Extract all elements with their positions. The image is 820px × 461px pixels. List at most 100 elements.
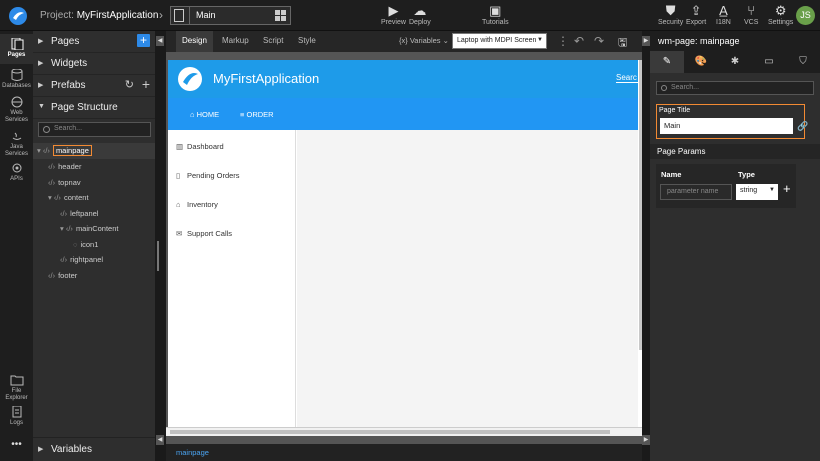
tutorials-label: Tutorials bbox=[482, 19, 509, 26]
status-bar: mainpage bbox=[166, 444, 642, 461]
wavemaker-logo-icon[interactable] bbox=[8, 6, 28, 26]
properties-search-input[interactable]: Search... bbox=[656, 81, 814, 95]
tree-label: mainContent bbox=[75, 224, 119, 233]
settings-button[interactable]: ⚙ Settings bbox=[768, 3, 793, 26]
security-button[interactable]: ⛊ Security bbox=[658, 3, 683, 26]
page-selector[interactable]: Main bbox=[170, 6, 291, 25]
tree-node-rightpanel[interactable]: ‹/› rightpanel bbox=[60, 255, 103, 264]
tree-node-mainpage[interactable]: ▾ ‹/› mainpage bbox=[37, 145, 92, 156]
nav-home-link[interactable]: ⌂ HOME bbox=[190, 110, 219, 119]
structure-search-input[interactable]: Search... bbox=[38, 122, 151, 137]
resize-handle[interactable] bbox=[157, 241, 159, 271]
parameter-name-input[interactable]: parameter name bbox=[660, 184, 732, 200]
app-header[interactable]: MyFirstApplication Searc bbox=[168, 60, 646, 98]
add-page-button[interactable]: + bbox=[137, 34, 150, 47]
tab-markup[interactable]: Markup bbox=[222, 36, 249, 45]
scrollbar-thumb[interactable] bbox=[170, 430, 610, 434]
menu-item-support-calls[interactable]: ✉ Support Calls bbox=[176, 229, 232, 238]
deploy-label: Deploy bbox=[409, 19, 431, 26]
add-prefab-icon[interactable]: + bbox=[142, 76, 150, 92]
chevron-right-icon: ▶ bbox=[38, 60, 44, 67]
more-icon[interactable]: ••• bbox=[0, 440, 33, 450]
tree-node-content[interactable]: ▾ ‹/› content bbox=[48, 193, 89, 202]
tree-node-topnav[interactable]: ‹/› topnav bbox=[48, 178, 81, 187]
avatar[interactable]: JS bbox=[796, 6, 815, 25]
app-main-content[interactable] bbox=[297, 130, 638, 435]
page-params-label: Page Params bbox=[657, 147, 706, 156]
col-name-header: Name bbox=[661, 170, 682, 179]
section-page-structure[interactable]: ▼ Page Structure bbox=[33, 97, 155, 119]
cloud-upload-icon: ☁ bbox=[413, 3, 427, 18]
database-icon bbox=[11, 69, 22, 81]
tree-node-icon1[interactable]: ◌ icon1 bbox=[73, 240, 98, 249]
collapse-left-icon[interactable]: ◀ bbox=[156, 36, 164, 46]
preview-button[interactable]: ▶ Preview bbox=[381, 3, 406, 26]
nav-logs-label: Logs bbox=[9, 420, 23, 426]
horizontal-scrollbar[interactable] bbox=[166, 427, 642, 436]
save-icon[interactable]: 🖫 bbox=[618, 34, 627, 53]
undo-icon[interactable]: ↶ bbox=[574, 34, 584, 48]
collapse-right-bottom-icon[interactable]: ▶ bbox=[642, 435, 650, 445]
right-collapse-gutter: ▶ ▶ bbox=[642, 31, 650, 461]
nav-web-services[interactable]: Web Services bbox=[0, 96, 33, 124]
tree-node-maincontent[interactable]: ▾ ‹/› mainContent bbox=[60, 224, 118, 233]
menu-item-dashboard[interactable]: ▥ Dashboard bbox=[176, 142, 224, 151]
search-icon bbox=[43, 126, 50, 133]
section-pages[interactable]: ▶ Pages + bbox=[33, 31, 155, 53]
collapse-left-bottom-icon[interactable]: ◀ bbox=[156, 435, 164, 445]
search-placeholder: Search... bbox=[54, 125, 83, 132]
nav-java-services[interactable]: Java Services bbox=[0, 130, 33, 158]
translate-icon: A̲ bbox=[719, 3, 728, 18]
tree-node-header[interactable]: ‹/› header bbox=[48, 162, 81, 171]
more-vertical-icon[interactable]: ⋮ bbox=[557, 34, 569, 48]
nav-databases[interactable]: Databases bbox=[0, 69, 33, 90]
tag-icon: ⌂ bbox=[176, 200, 181, 209]
section-widgets[interactable]: ▶ Widgets bbox=[33, 53, 155, 75]
nav-file-explorer[interactable]: File Explorer bbox=[0, 374, 33, 402]
add-param-icon[interactable]: + bbox=[783, 181, 791, 196]
collapse-right-icon[interactable]: ▶ bbox=[642, 36, 650, 46]
palette-icon[interactable]: 🎨 bbox=[684, 51, 718, 73]
i18n-button[interactable]: A̲ I18N bbox=[716, 3, 731, 26]
menu-item-pending-orders[interactable]: ▯ Pending Orders bbox=[176, 171, 240, 180]
nav-order-label: ORDER bbox=[246, 110, 274, 119]
variables-dropdown[interactable]: {x} Variables ⌄ bbox=[399, 36, 449, 45]
tree-node-leftpanel[interactable]: ‹/› leftpanel bbox=[60, 209, 98, 218]
menu-item-inventory[interactable]: ⌂ Inventory bbox=[176, 200, 218, 209]
breadcrumb[interactable]: mainpage bbox=[176, 448, 209, 457]
pencil-icon[interactable]: ✎ bbox=[650, 51, 684, 73]
nav-order-link[interactable]: ≡ ORDER bbox=[240, 110, 274, 119]
gear-icon: ⚙ bbox=[774, 3, 787, 18]
preview-label: Preview bbox=[381, 19, 406, 26]
nav-logs[interactable]: Logs bbox=[0, 406, 33, 427]
tab-design[interactable]: Design bbox=[176, 31, 213, 52]
nav-pages[interactable]: Pages bbox=[0, 34, 33, 64]
redo-icon[interactable]: ↷ bbox=[594, 34, 604, 48]
deploy-button[interactable]: ☁ Deploy bbox=[409, 3, 431, 26]
section-prefabs[interactable]: ▶ Prefabs ↻ + bbox=[33, 75, 155, 97]
left-nav: Pages Databases Web Services Java Services… bbox=[0, 31, 33, 461]
properties-tabs: ✎ 🎨 ✱ ▭ ⛉ bbox=[650, 51, 820, 73]
grid-icon[interactable] bbox=[275, 10, 286, 21]
refresh-icon[interactable]: ↻ bbox=[125, 78, 134, 91]
section-variables[interactable]: ▶ Variables bbox=[33, 437, 155, 461]
parameter-type-select[interactable]: string ▼ bbox=[736, 184, 778, 200]
device-select[interactable]: Laptop with MDPI Screen ▼ bbox=[452, 33, 547, 49]
tree-node-footer[interactable]: ‹/› footer bbox=[48, 271, 77, 280]
security-label: Security bbox=[658, 19, 684, 26]
vcs-button[interactable]: ⑂ VCS bbox=[744, 3, 758, 26]
page-title-input[interactable]: Main bbox=[660, 118, 793, 134]
device-icon[interactable]: ▭ bbox=[752, 51, 786, 73]
tutorials-button[interactable]: ▣ Tutorials bbox=[482, 3, 509, 26]
events-icon[interactable]: ✱ bbox=[718, 51, 752, 73]
nav-apis[interactable]: APIs bbox=[0, 162, 33, 183]
export-button[interactable]: ⇪ Export bbox=[686, 3, 706, 26]
chevron-right-icon[interactable]: › bbox=[159, 8, 163, 22]
page-params-header[interactable]: Page Params bbox=[650, 144, 820, 159]
menu-label: Support Calls bbox=[187, 229, 233, 238]
shield-icon[interactable]: ⛉ bbox=[786, 51, 820, 73]
link-icon[interactable]: 🔗 bbox=[797, 121, 808, 132]
tab-script[interactable]: Script bbox=[263, 36, 283, 45]
tab-style[interactable]: Style bbox=[298, 36, 316, 45]
youtube-icon: ▣ bbox=[489, 3, 502, 18]
